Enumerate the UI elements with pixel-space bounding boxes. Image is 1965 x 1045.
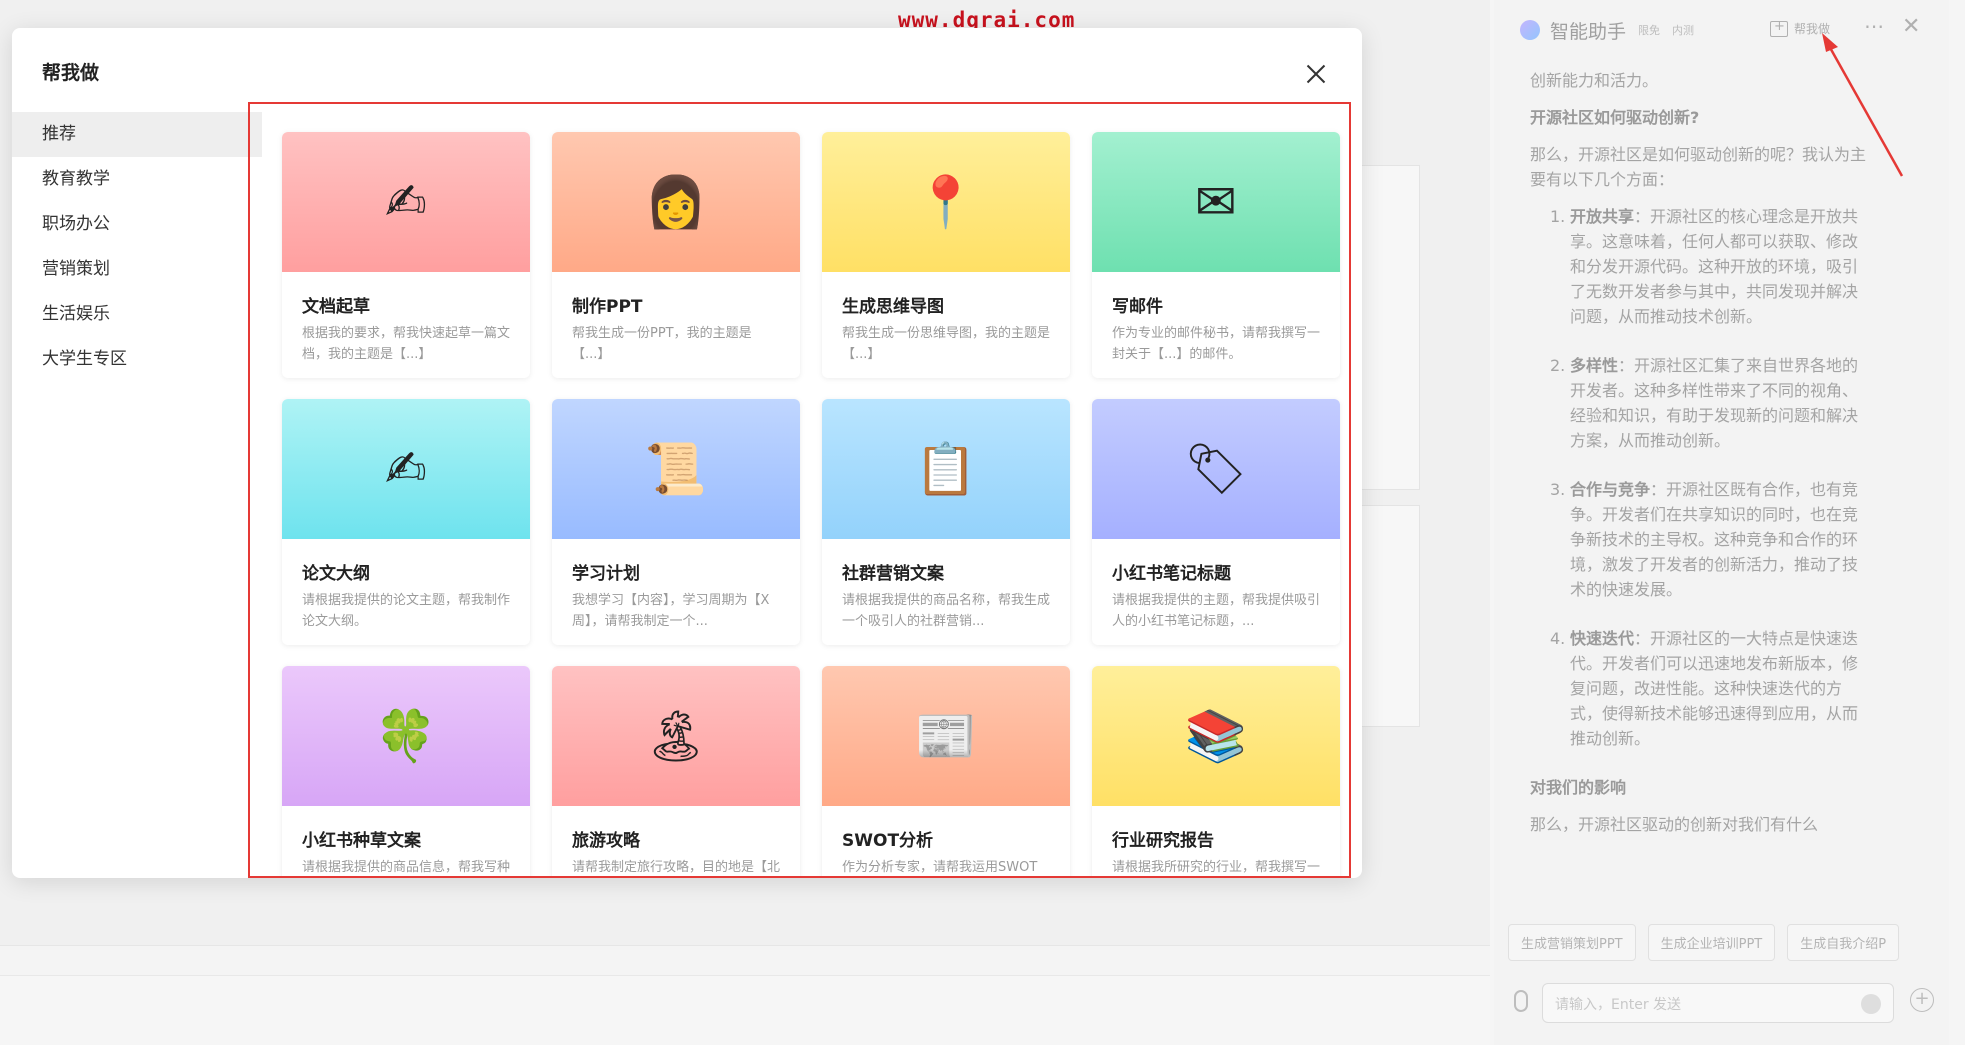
category-item[interactable]: 教育教学 — [12, 157, 262, 202]
suggestion-chip[interactable]: 生成企业培训PPT — [1647, 924, 1776, 961]
microphone-icon[interactable] — [1514, 990, 1528, 1012]
category-item[interactable]: 大学生专区 — [12, 337, 262, 382]
list-item-bold: 开放共享 — [1570, 207, 1635, 226]
assistant-panel: 智能助手 限免 内测 帮我做 ⋯ ✕ 创新能力和活力。 开源社区如何驱动创新? … — [1494, 0, 1949, 1045]
assistant-title: 智能助手 — [1550, 20, 1627, 43]
suggestion-chip[interactable]: 生成营销策划PPT — [1508, 924, 1636, 961]
message-paragraph: 那么，开源社区是如何驱动创新的呢？我认为主要有以下几个方面： — [1530, 145, 1867, 189]
list-item-bold: 合作与竞争 — [1570, 480, 1651, 499]
list-item: 4. 快速迭代：开源社区的一大特点是快速迭代。开发者们可以迅速地发布新版本，修复问… — [1550, 626, 1870, 751]
add-icon[interactable]: + — [1910, 988, 1934, 1012]
send-icon[interactable] — [1861, 994, 1881, 1014]
message-subheading: 开源社区如何驱动创新? — [1530, 108, 1700, 127]
message-list: 1. 开放共享：开源社区的核心理念是开放共享。这意味着，任何人都可以获取、修改和分… — [1530, 204, 1870, 751]
list-number: 2. — [1550, 356, 1566, 375]
more-icon[interactable]: ⋯ — [1864, 14, 1885, 38]
message-subheading: 对我们的影响 — [1530, 778, 1627, 797]
category-item[interactable]: 生活娱乐 — [12, 292, 262, 337]
add-task-icon — [1770, 19, 1788, 37]
category-item[interactable]: 营销策划 — [12, 247, 262, 292]
list-item: 3. 合作与竞争：开源社区既有合作，也有竞争。开发者们在共享知识的同时，也在竞争新… — [1550, 477, 1870, 602]
help-me-do-button[interactable]: 帮我做 — [1770, 19, 1831, 37]
background-footer-strip — [0, 975, 1490, 1045]
category-item[interactable]: 推荐 — [12, 112, 262, 157]
modal-title: 帮我做 — [42, 62, 100, 84]
message-paragraph: 创新能力和活力。 — [1530, 71, 1659, 90]
chat-input[interactable]: 请输入，Enter 发送 — [1542, 983, 1894, 1023]
assistant-tag: 限免 — [1638, 24, 1661, 37]
highlight-frame — [248, 102, 1351, 878]
list-item: 1. 开放共享：开源社区的核心理念是开放共享。这意味着，任何人都可以获取、修改和分… — [1550, 204, 1870, 329]
close-icon[interactable] — [1304, 62, 1328, 86]
assistant-header: 智能助手 限免 内测 帮我做 ⋯ ✕ — [1494, 0, 1949, 60]
list-number: 1. — [1550, 207, 1566, 226]
list-item-bold: 多样性 — [1570, 356, 1619, 375]
category-sidebar: 推荐 教育教学 职场办公 营销策划 生活娱乐 大学生专区 — [12, 112, 262, 382]
help-me-do-modal: 帮我做 推荐 教育教学 职场办公 营销策划 生活娱乐 大学生专区 ✍ 文档起草 根据… — [12, 28, 1362, 878]
list-number: 4. — [1550, 629, 1566, 648]
chat-input-placeholder: 请输入，Enter 发送 — [1555, 997, 1682, 1013]
list-number: 3. — [1550, 480, 1566, 499]
list-item: 2. 多样性：开源社区汇集了来自世界各地的开发者。这种多样性带来了不同的视角、经验… — [1550, 353, 1870, 453]
assistant-message: 创新能力和活力。 开源社区如何驱动创新? 那么，开源社区是如何驱动创新的呢？我认… — [1530, 68, 1870, 849]
category-item[interactable]: 职场办公 — [12, 202, 262, 247]
list-item-bold: 快速迭代 — [1570, 629, 1635, 648]
close-icon[interactable]: ✕ — [1902, 14, 1920, 39]
help-me-do-label: 帮我做 — [1794, 22, 1831, 36]
suggestion-chips: 生成营销策划PPT 生成企业培训PPT 生成自我介绍P — [1508, 924, 1938, 961]
assistant-logo-icon — [1520, 20, 1540, 40]
message-paragraph: 那么，开源社区驱动的创新对我们有什么 — [1530, 815, 1819, 834]
assistant-tag: 内测 — [1672, 24, 1695, 37]
suggestion-chip[interactable]: 生成自我介绍P — [1787, 924, 1900, 961]
